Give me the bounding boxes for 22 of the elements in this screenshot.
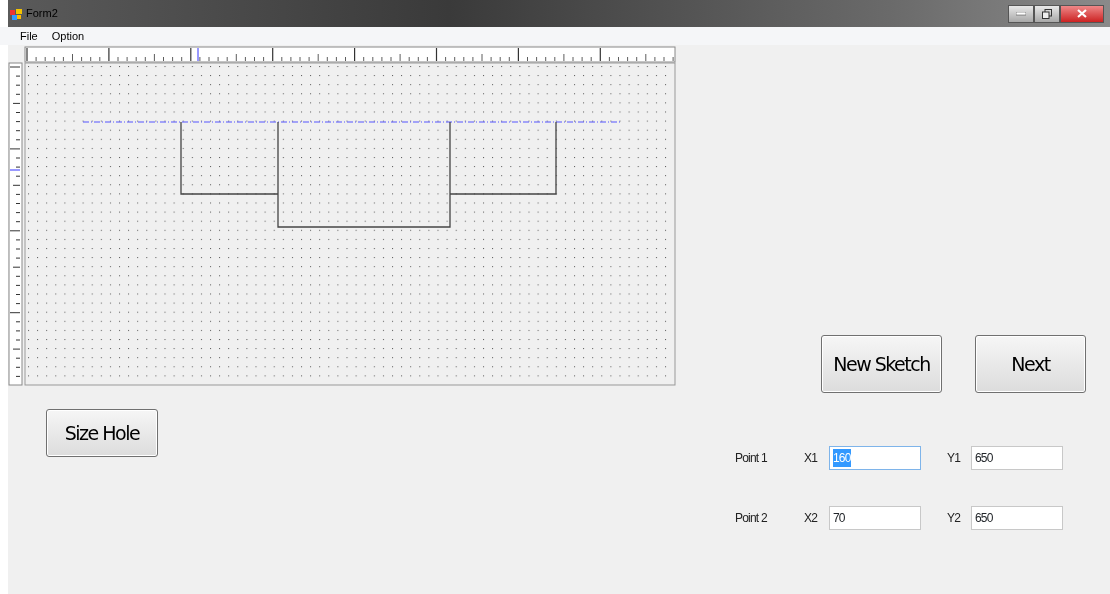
- next-button[interactable]: Next: [975, 335, 1086, 393]
- close-icon: [1077, 9, 1087, 18]
- point-label: Point 1: [735, 450, 768, 467]
- menu-item[interactable]: Option: [51, 27, 85, 45]
- window-title: Form2: [26, 6, 58, 22]
- coordinate-label: Y2: [947, 510, 962, 527]
- coordinate-label: Y1: [947, 450, 962, 467]
- input-field[interactable]: 650: [971, 506, 1063, 530]
- coordinate-label: X1: [804, 450, 819, 467]
- close-button[interactable]: [1060, 4, 1104, 23]
- size-hole-button[interactable]: Size Hole: [46, 409, 158, 457]
- new-sketch-button[interactable]: New Sketch: [821, 335, 942, 393]
- menu-item[interactable]: File: [20, 27, 38, 45]
- restore-icon: [1042, 8, 1052, 19]
- restore-button[interactable]: [1034, 4, 1060, 23]
- coordinate-label: X2: [804, 510, 819, 527]
- point-label: Point 2: [735, 510, 768, 527]
- minimize-button[interactable]: [1008, 4, 1034, 23]
- input-field[interactable]: 650: [971, 446, 1063, 470]
- input-field[interactable]: 70: [829, 506, 921, 530]
- minimize-icon: [1016, 11, 1026, 16]
- app-icon: [10, 7, 22, 20]
